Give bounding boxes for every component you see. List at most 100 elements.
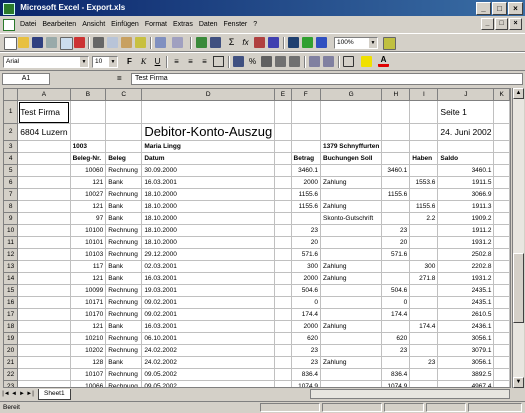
- fill-color-icon[interactable]: [361, 56, 372, 67]
- cell-g5[interactable]: [320, 164, 383, 177]
- scroll-up-icon[interactable]: ▲: [513, 88, 524, 99]
- cell-f13[interactable]: 300: [291, 260, 322, 273]
- close-button[interactable]: ×: [508, 2, 523, 15]
- doc-restore-button[interactable]: □: [495, 18, 508, 30]
- cell-b17[interactable]: 10170: [70, 308, 107, 321]
- cell-d21[interactable]: 24.02.2002: [141, 356, 276, 369]
- row-header[interactable]: 11: [4, 236, 19, 249]
- cell-d20[interactable]: 24.02.2002: [141, 344, 276, 357]
- cell-i16[interactable]: [409, 296, 439, 309]
- menu-daten[interactable]: Daten: [196, 17, 221, 32]
- cell-g2[interactable]: [320, 123, 383, 141]
- cell-k19[interactable]: [493, 332, 510, 345]
- cell-b6[interactable]: 121: [70, 176, 107, 189]
- column-header-k[interactable]: K: [493, 89, 510, 101]
- cell-k13[interactable]: [493, 260, 510, 273]
- cell-k21[interactable]: [493, 356, 510, 369]
- menu-einfuegen[interactable]: Einfügen: [108, 17, 142, 32]
- column-header-i[interactable]: I: [409, 89, 439, 101]
- cell-a14[interactable]: [17, 272, 71, 285]
- cell-e14[interactable]: [274, 272, 292, 285]
- cell-e4[interactable]: [274, 152, 292, 165]
- cell-j1[interactable]: Seite 1: [437, 100, 495, 124]
- select-all-corner[interactable]: [4, 89, 19, 101]
- cell-f11[interactable]: 20: [291, 236, 322, 249]
- cell-h7[interactable]: 1155.6: [381, 188, 411, 201]
- cell-a5[interactable]: [17, 164, 71, 177]
- row-header[interactable]: 10: [4, 224, 19, 237]
- cell-f16[interactable]: 0: [291, 296, 322, 309]
- paste-icon[interactable]: [121, 37, 132, 48]
- zoom-select[interactable]: 100% ▼: [334, 37, 378, 49]
- first-sheet-icon[interactable]: |◄: [2, 389, 10, 399]
- undo-icon[interactable]: [155, 37, 166, 48]
- cell-e1[interactable]: [274, 100, 292, 124]
- column-header-g[interactable]: G: [320, 89, 383, 101]
- cell-a4[interactable]: [17, 152, 71, 165]
- cell-g6[interactable]: Zahlung: [320, 176, 383, 189]
- cell-a19[interactable]: [17, 332, 71, 345]
- cell-f22[interactable]: 836.4: [291, 368, 322, 381]
- cell-h21[interactable]: [381, 356, 411, 369]
- cell-a6[interactable]: [17, 176, 71, 189]
- cell-c2[interactable]: [105, 123, 143, 141]
- cell-b2[interactable]: [70, 123, 107, 141]
- cell-c8[interactable]: Bank: [105, 200, 143, 213]
- cell-e2[interactable]: [274, 123, 292, 141]
- cell-b7[interactable]: 10027: [70, 188, 107, 201]
- cell-c9[interactable]: Bank: [105, 212, 143, 225]
- cell-i13[interactable]: 300: [409, 260, 439, 273]
- cell-k3[interactable]: [493, 140, 510, 153]
- cell-b19[interactable]: 10210: [70, 332, 107, 345]
- cell-e7[interactable]: [274, 188, 292, 201]
- cell-j11[interactable]: 1931.2: [437, 236, 495, 249]
- cell-d4[interactable]: Datum: [141, 152, 276, 165]
- cell-d18[interactable]: 16.03.2001: [141, 320, 276, 333]
- maximize-button[interactable]: □: [492, 2, 507, 15]
- cell-b13[interactable]: 117: [70, 260, 107, 273]
- chart-wizard-icon[interactable]: [288, 37, 299, 48]
- cell-f1[interactable]: [291, 100, 322, 124]
- cell-j19[interactable]: 3056.1: [437, 332, 495, 345]
- print-icon[interactable]: [46, 37, 57, 48]
- cell-k12[interactable]: [493, 248, 510, 261]
- menu-format[interactable]: Format: [142, 17, 170, 32]
- row-header[interactable]: 15: [4, 284, 19, 297]
- cell-g13[interactable]: Zahlung: [320, 260, 383, 273]
- cell-h11[interactable]: 20: [381, 236, 411, 249]
- cell-c10[interactable]: Rechnung: [105, 224, 143, 237]
- cell-j4[interactable]: Saldo: [437, 152, 495, 165]
- cell-i10[interactable]: [409, 224, 439, 237]
- cell-e22[interactable]: [274, 368, 292, 381]
- row-header[interactable]: 23: [4, 380, 19, 387]
- cell-k6[interactable]: [493, 176, 510, 189]
- cell-d17[interactable]: 09.02.2001: [141, 308, 276, 321]
- column-header-a[interactable]: A: [17, 89, 71, 101]
- cell-h12[interactable]: 571.6: [381, 248, 411, 261]
- cell-f20[interactable]: 23: [291, 344, 322, 357]
- workbook-icon[interactable]: [3, 19, 15, 31]
- cell-c7[interactable]: Rechnung: [105, 188, 143, 201]
- formula-input[interactable]: Test Firma: [131, 73, 523, 85]
- doc-minimize-button[interactable]: _: [481, 18, 494, 30]
- sheet-tab-sheet1[interactable]: Sheet1: [38, 389, 71, 400]
- cell-h20[interactable]: 23: [381, 344, 411, 357]
- cell-e11[interactable]: [274, 236, 292, 249]
- font-select[interactable]: Arial ▼: [3, 56, 89, 68]
- cell-e3[interactable]: [274, 140, 292, 153]
- menu-datei[interactable]: Datei: [17, 17, 39, 32]
- cell-h23[interactable]: 1074.9: [381, 380, 411, 387]
- cell-e21[interactable]: [274, 356, 292, 369]
- row-header[interactable]: 2: [4, 123, 19, 141]
- cell-b18[interactable]: 121: [70, 320, 107, 333]
- decrease-indent-icon[interactable]: [309, 56, 320, 67]
- spelling-icon[interactable]: [74, 37, 85, 48]
- cell-b12[interactable]: 10103: [70, 248, 107, 261]
- cell-j10[interactable]: 1911.2: [437, 224, 495, 237]
- cell-c12[interactable]: Rechnung: [105, 248, 143, 261]
- row-header[interactable]: 17: [4, 308, 19, 321]
- cell-d23[interactable]: 09.05.2002: [141, 380, 276, 387]
- doc-close-button[interactable]: ×: [509, 18, 522, 30]
- cell-c20[interactable]: Rechnung: [105, 344, 143, 357]
- cell-f17[interactable]: 174.4: [291, 308, 322, 321]
